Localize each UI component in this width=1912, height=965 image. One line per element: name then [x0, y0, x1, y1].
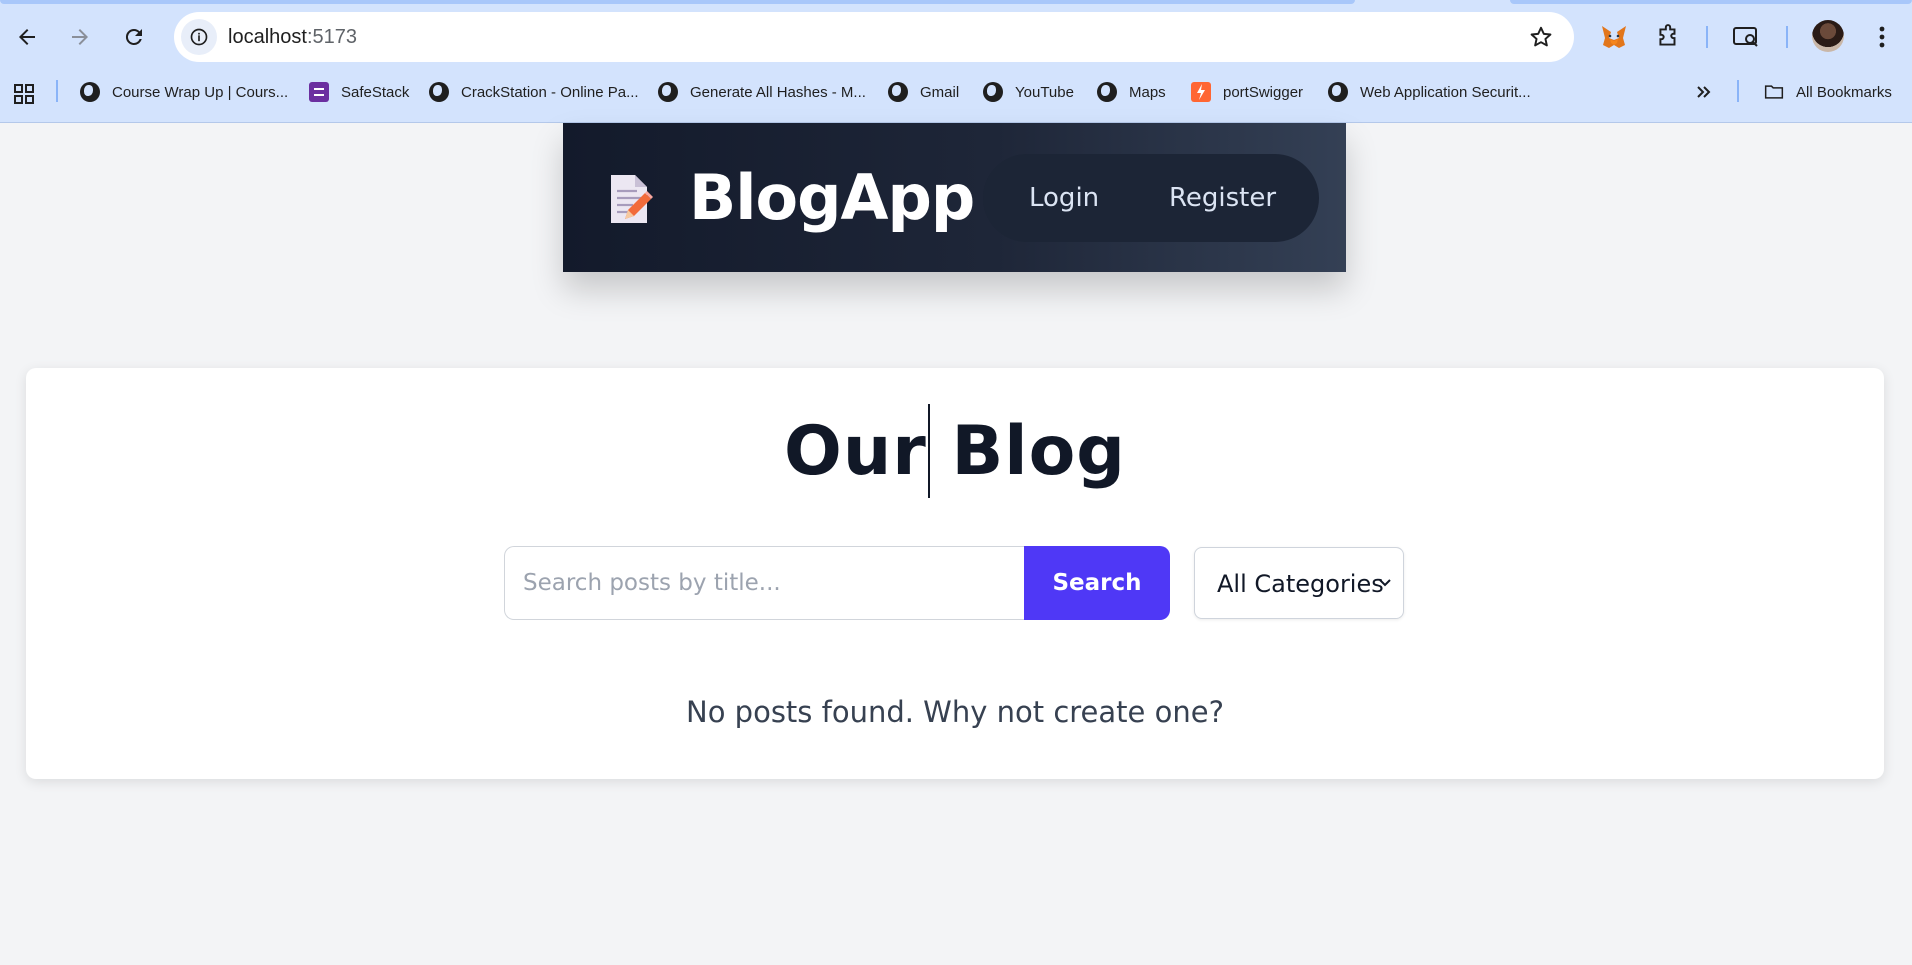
globe-icon: [888, 82, 908, 102]
memo-pencil-icon: [611, 175, 653, 223]
arrow-left-icon: [19, 29, 35, 45]
bookmark-label: Maps: [1129, 83, 1166, 101]
url-port: :5173: [306, 26, 357, 48]
bookmark-label: YouTube: [1015, 83, 1074, 101]
extensions-puzzle-icon[interactable]: [1652, 21, 1684, 53]
chevron-down-icon: [1379, 579, 1391, 587]
browser-chrome: localhost:5173 Course Wrap Up | Cours...: [0, 0, 1912, 123]
site-header: BlogApp Login Register: [563, 123, 1346, 272]
bookmark-label: CrackStation - Online Pa...: [461, 83, 639, 101]
back-button[interactable]: [5, 15, 49, 59]
header-nav: Login Register: [983, 154, 1319, 242]
bookmark-item[interactable]: SafeStack: [309, 82, 409, 102]
all-bookmarks-label: All Bookmarks: [1796, 83, 1892, 101]
bookmark-item[interactable]: Generate All Hashes - M...: [658, 82, 866, 102]
tab-search-icon[interactable]: [1730, 21, 1762, 53]
empty-state-message: No posts found. Why not create one?: [686, 695, 1224, 729]
bookmark-label: SafeStack: [341, 83, 410, 101]
toolbar-divider: [1786, 26, 1788, 48]
bookmarks-bar: Course Wrap Up | Cours... SafeStack Crac…: [0, 78, 1912, 108]
category-selected-value: All Categories: [1217, 570, 1384, 598]
bookmark-item[interactable]: YouTube: [983, 82, 1074, 102]
brand-logo-text[interactable]: BlogApp: [689, 161, 975, 234]
bookmark-item[interactable]: Maps: [1097, 82, 1166, 102]
globe-icon: [1097, 82, 1117, 102]
all-bookmarks-button[interactable]: All Bookmarks: [1764, 82, 1892, 102]
bookmark-label: Generate All Hashes - M...: [690, 83, 866, 101]
reload-icon: [125, 28, 142, 45]
search-input[interactable]: [523, 547, 1013, 619]
search-button[interactable]: Search: [1024, 546, 1170, 620]
forward-button[interactable]: [58, 15, 102, 59]
bookmarks-divider: [1737, 80, 1739, 102]
portswigger-icon: [1191, 82, 1211, 102]
globe-icon: [983, 82, 1003, 102]
tab-strip: [0, 0, 1912, 4]
bookmark-label: Gmail: [920, 83, 960, 101]
bookmark-item[interactable]: CrackStation - Online Pa...: [429, 82, 639, 102]
globe-icon: [80, 82, 100, 102]
page-title: Our Blog: [784, 412, 1126, 491]
search-field[interactable]: [504, 546, 1024, 620]
globe-icon: [429, 82, 449, 102]
bookmarks-divider: [56, 80, 58, 102]
folder-icon: [1764, 85, 1784, 99]
login-link[interactable]: Login: [1029, 183, 1099, 213]
text-cursor: [928, 404, 930, 498]
site-info-icon[interactable]: [181, 19, 217, 55]
globe-icon: [1328, 82, 1348, 102]
arrow-right-icon: [72, 29, 88, 45]
bookmark-label: Web Application Securit...: [1360, 83, 1531, 101]
bookmark-item[interactable]: Web Application Securit...: [1328, 82, 1531, 102]
bookmark-item[interactable]: Gmail: [888, 82, 959, 102]
address-bar[interactable]: localhost:5173: [174, 12, 1574, 62]
category-select[interactable]: All Categories: [1194, 547, 1404, 619]
more-bookmarks-chevron-icon[interactable]: [1694, 82, 1714, 102]
bookmark-label: portSwigger: [1223, 83, 1304, 101]
bookmark-star-icon[interactable]: [1528, 24, 1554, 50]
toolbar-divider: [1706, 26, 1708, 48]
url-host: localhost: [228, 26, 307, 48]
bookmark-item[interactable]: portSwigger: [1191, 82, 1303, 102]
bookmark-item[interactable]: Course Wrap Up | Cours...: [80, 82, 288, 102]
bookmark-label: Course Wrap Up | Cours...: [112, 83, 289, 101]
safestack-icon: [309, 82, 329, 102]
reload-button[interactable]: [112, 15, 156, 59]
url-text[interactable]: localhost:5173: [228, 26, 357, 49]
apps-grid-icon[interactable]: [12, 82, 36, 106]
metamask-fox-icon[interactable]: [1598, 21, 1630, 53]
browser-toolbar: localhost:5173: [0, 12, 1912, 62]
globe-icon: [658, 82, 678, 102]
blog-card: Our Blog Search All Categories No posts …: [26, 368, 1884, 779]
profile-avatar[interactable]: [1812, 20, 1844, 52]
register-link[interactable]: Register: [1169, 183, 1276, 213]
browser-menu-icon[interactable]: [1866, 21, 1898, 53]
